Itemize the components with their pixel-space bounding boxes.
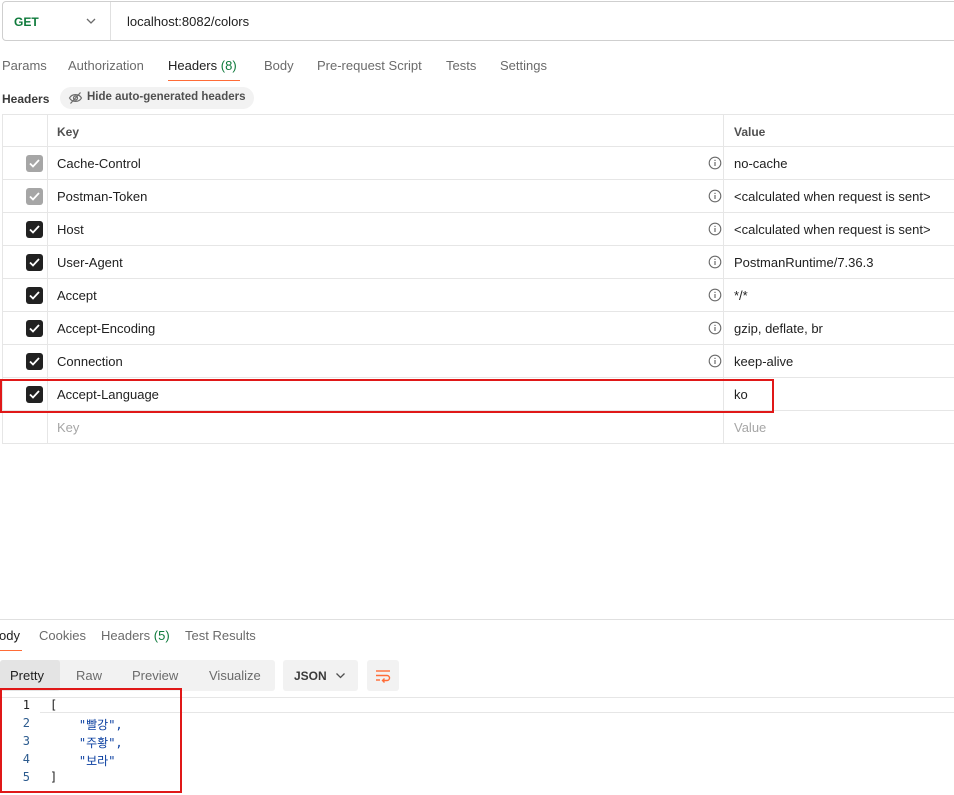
view-mode-tabs: Pretty Raw Preview Visualize <box>0 660 275 691</box>
chevron-down-icon <box>86 18 96 24</box>
info-icon[interactable] <box>708 255 722 269</box>
tab-body[interactable]: Body <box>264 58 294 73</box>
header-value[interactable]: no-cache <box>734 156 787 171</box>
table-row: Host <calculated when request is sent> <box>2 213 954 246</box>
header-key[interactable]: Cache-Control <box>57 156 141 171</box>
table-row: User-Agent PostmanRuntime/7.36.3 <box>2 246 954 279</box>
wrap-lines-icon <box>376 670 391 683</box>
row-checkbox[interactable] <box>26 155 43 172</box>
header-value[interactable]: gzip, deflate, br <box>734 321 823 336</box>
header-key[interactable]: User-Agent <box>57 255 123 270</box>
table-header-row: Key Value <box>2 114 954 148</box>
header-value[interactable]: <calculated when request is sent> <box>734 222 931 237</box>
header-key[interactable]: Host <box>57 222 84 237</box>
tab-headers-count: (8) <box>220 58 237 73</box>
new-value-input[interactable]: Value <box>734 420 766 435</box>
table-row: Cache-Control no-cache <box>2 147 954 180</box>
header-key[interactable]: Accept-Encoding <box>57 321 155 336</box>
table-row: Postman-Token <calculated when request i… <box>2 180 954 213</box>
tab-pre-request-script[interactable]: Pre-request Script <box>317 58 422 73</box>
view-tab-visualize[interactable]: Visualize <box>209 668 261 683</box>
header-value[interactable]: PostmanRuntime/7.36.3 <box>734 255 873 270</box>
hide-auto-headers-label: Hide auto-generated headers <box>87 91 246 103</box>
table-row: Accept-Encoding gzip, deflate, br <box>2 312 954 345</box>
header-value[interactable]: keep-alive <box>734 354 793 369</box>
hide-auto-headers-button[interactable]: Hide auto-generated headers <box>60 87 254 109</box>
header-value[interactable]: <calculated when request is sent> <box>734 189 931 204</box>
view-tab-pretty[interactable]: Pretty <box>10 668 44 683</box>
url-bar: GET localhost:8082/colors <box>2 1 954 41</box>
check-icon <box>29 324 40 333</box>
response-active-tab-indicator <box>0 650 22 651</box>
row-checkbox[interactable] <box>26 320 43 337</box>
tab-response-body[interactable]: ody <box>0 628 20 643</box>
wrap-lines-button[interactable] <box>367 660 399 691</box>
info-icon[interactable] <box>708 189 722 203</box>
tab-tests[interactable]: Tests <box>446 58 476 73</box>
info-icon[interactable] <box>708 156 722 170</box>
highlight-box <box>0 688 182 793</box>
view-tab-raw[interactable]: Raw <box>76 668 102 683</box>
method-label: GET <box>14 15 39 29</box>
format-select[interactable]: JSON <box>283 660 358 691</box>
header-key[interactable]: Connection <box>57 354 123 369</box>
url-input[interactable]: localhost:8082/colors <box>127 14 249 29</box>
tab-response-headers[interactable]: Headers (5) <box>101 628 170 643</box>
format-select-label: JSON <box>294 669 327 683</box>
response-divider <box>0 619 954 620</box>
tab-response-cookies[interactable]: Cookies <box>39 628 86 643</box>
chevron-down-icon <box>336 673 345 679</box>
highlight-box <box>0 379 774 413</box>
check-icon <box>29 357 40 366</box>
method-select[interactable]: GET <box>3 2 111 40</box>
check-icon <box>29 258 40 267</box>
info-icon[interactable] <box>708 321 722 335</box>
column-header-key: Key <box>57 125 80 139</box>
tab-test-results[interactable]: Test Results <box>185 628 256 643</box>
table-row-new: Key Value <box>2 411 954 444</box>
tab-headers[interactable]: Headers (8) <box>168 58 237 73</box>
header-value[interactable]: */* <box>734 288 748 303</box>
header-key[interactable]: Accept <box>57 288 97 303</box>
view-tab-preview[interactable]: Preview <box>132 668 178 683</box>
check-icon <box>29 291 40 300</box>
new-key-input[interactable]: Key <box>57 420 79 435</box>
check-icon <box>29 192 40 201</box>
tab-authorization[interactable]: Authorization <box>68 58 144 73</box>
row-checkbox[interactable] <box>26 353 43 370</box>
column-header-value: Value <box>734 125 766 139</box>
table-row: Connection keep-alive <box>2 345 954 378</box>
tab-settings[interactable]: Settings <box>500 58 547 73</box>
tab-response-headers-count: (5) <box>153 628 170 643</box>
active-tab-indicator <box>168 80 240 81</box>
row-checkbox[interactable] <box>26 287 43 304</box>
info-icon[interactable] <box>708 288 722 302</box>
header-key[interactable]: Postman-Token <box>57 189 147 204</box>
info-icon[interactable] <box>708 354 722 368</box>
headers-section-title: Headers <box>2 92 50 106</box>
tab-params[interactable]: Params <box>2 58 47 73</box>
check-icon <box>29 225 40 234</box>
row-checkbox[interactable] <box>26 188 43 205</box>
check-icon <box>29 159 40 168</box>
table-row: Accept */* <box>2 279 954 312</box>
info-icon[interactable] <box>708 222 722 236</box>
row-checkbox[interactable] <box>26 221 43 238</box>
row-checkbox[interactable] <box>26 254 43 271</box>
eye-off-icon <box>68 92 83 104</box>
